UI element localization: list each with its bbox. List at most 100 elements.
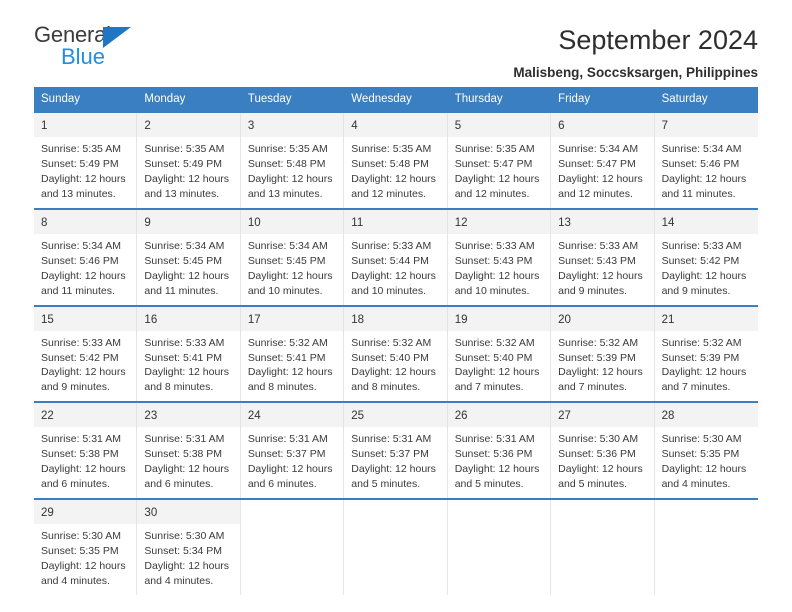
daylight-text: Daylight: 12 hours and 10 minutes. [454, 269, 540, 297]
day-cell[interactable]: 21 Sunrise: 5:32 AM Sunset: 5:39 PM Dayligh… [654, 306, 758, 402]
day-sun-info: Sunrise: 5:31 AM Sunset: 5:37 PM Daylight:… [241, 427, 343, 498]
weekday-header-monday: Monday [144, 93, 186, 105]
day-number-band: 3 [240, 113, 344, 138]
day-sun-info: Sunrise: 5:31 AM Sunset: 5:38 PM Daylight:… [34, 427, 136, 498]
day-sun-info: Sunrise: 5:30 AM Sunset: 5:35 PM Daylight:… [34, 524, 136, 595]
day-sun-info: Sunrise: 5:31 AM Sunset: 5:36 PM Daylight:… [448, 427, 550, 498]
daylight-text: Daylight: 12 hours and 12 minutes. [351, 173, 436, 201]
day-cell[interactable]: 26 Sunrise: 5:31 AM Sunset: 5:36 PM Dayligh… [447, 403, 552, 498]
day-sun-info: Sunrise: 5:33 AM Sunset: 5:44 PM Daylight:… [344, 234, 446, 305]
day-number-band [654, 499, 758, 519]
sunset-text: Sunset: 5:41 PM [144, 351, 223, 364]
calendar-grid: Sunday Monday Tuesday Wednesday Thursday… [34, 87, 758, 595]
daylight-text: Daylight: 12 hours and 4 minutes. [661, 463, 747, 490]
daylight-text: Daylight: 12 hours and 9 minutes. [41, 366, 126, 394]
sunrise-text: Sunrise: 5:32 AM [247, 336, 328, 349]
sunrise-text: Sunrise: 5:35 AM [454, 143, 535, 156]
sunset-text: Sunset: 5:45 PM [144, 254, 223, 267]
day-number-band [344, 499, 447, 519]
day-number-band: 7 [654, 113, 758, 138]
day-cell[interactable]: 10 Sunrise: 5:34 AM Sunset: 5:45 PM Dayligh… [240, 210, 345, 305]
day-cell[interactable]: 17 Sunrise: 5:32 AM Sunset: 5:41 PM Dayligh… [240, 306, 345, 402]
day-sun-info: Sunrise: 5:30 AM Sunset: 5:36 PM Daylight:… [551, 427, 653, 498]
general-blue-logo[interactable]: General Blue [34, 24, 184, 70]
sunrise-text: Sunrise: 5:31 AM [351, 433, 432, 446]
day-number: 4 [351, 120, 358, 133]
day-cell[interactable]: 3 Sunrise: 5:35 AM Sunset: 5:48 PM Daylight… [240, 113, 345, 208]
day-cell[interactable]: 27 Sunrise: 5:30 AM Sunset: 5:36 PM Dayligh… [551, 403, 655, 498]
day-number: 23 [144, 410, 158, 423]
daylight-text: Daylight: 12 hours and 6 minutes. [247, 463, 333, 490]
daylight-text: Daylight: 12 hours and 11 minutes. [144, 269, 230, 297]
day-number-band: 14 [654, 210, 758, 234]
daylight-text: Daylight: 12 hours and 8 minutes. [144, 366, 230, 394]
day-cell[interactable]: 11 Sunrise: 5:33 AM Sunset: 5:44 PM Dayligh… [344, 210, 448, 305]
day-number-band: 9 [137, 210, 240, 234]
daylight-text: Daylight: 12 hours and 13 minutes. [41, 173, 126, 201]
day-cell[interactable]: 13 Sunrise: 5:33 AM Sunset: 5:43 PM Dayligh… [551, 210, 655, 305]
day-sun-info: Sunrise: 5:33 AM Sunset: 5:42 PM Daylight:… [655, 234, 758, 305]
calendar-week-row: 8 Sunrise: 5:34 AM Sunset: 5:46 PM Daylight… [34, 208, 758, 305]
sunset-text: Sunset: 5:44 PM [351, 254, 429, 267]
day-cell[interactable]: 14 Sunrise: 5:33 AM Sunset: 5:42 PM Dayligh… [654, 210, 758, 305]
day-number: 25 [351, 410, 365, 423]
daylight-text: Daylight: 12 hours and 12 minutes. [558, 173, 643, 201]
day-cell[interactable]: 5 Sunrise: 5:35 AM Sunset: 5:47 PM Daylight… [447, 113, 552, 208]
day-cell[interactable]: 2 Sunrise: 5:35 AM Sunset: 5:49 PM Daylight… [137, 113, 241, 208]
sunrise-text: Sunrise: 5:32 AM [454, 336, 535, 349]
sunset-text: Sunset: 5:43 PM [558, 254, 636, 267]
day-number: 5 [454, 120, 462, 133]
daylight-text: Daylight: 12 hours and 12 minutes. [454, 173, 540, 201]
daylight-text: Daylight: 12 hours and 4 minutes. [41, 559, 126, 587]
day-cell[interactable]: 20 Sunrise: 5:32 AM Sunset: 5:39 PM Dayligh… [551, 306, 655, 402]
day-cell[interactable]: 25 Sunrise: 5:31 AM Sunset: 5:37 PM Dayligh… [344, 403, 448, 498]
day-cell[interactable]: 23 Sunrise: 5:31 AM Sunset: 5:38 PM Dayligh… [137, 403, 241, 498]
sunset-text: Sunset: 5:38 PM [144, 448, 223, 461]
day-number-band: 1 [34, 113, 137, 138]
day-cell[interactable]: 8 Sunrise: 5:34 AM Sunset: 5:46 PM Daylight… [34, 210, 138, 305]
day-cell[interactable]: 22 Sunrise: 5:31 AM Sunset: 5:38 PM Dayligh… [34, 403, 138, 498]
day-cell[interactable]: 7 Sunrise: 5:34 AM Sunset: 5:46 PM Daylight… [654, 113, 758, 208]
day-number-band: 13 [551, 210, 654, 234]
sunrise-text: Sunrise: 5:34 AM [144, 240, 225, 252]
day-cell[interactable]: 9 Sunrise: 5:34 AM Sunset: 5:45 PM Daylight… [137, 210, 241, 305]
day-sun-info: Sunrise: 5:32 AM Sunset: 5:39 PM Daylight:… [551, 331, 653, 402]
calendar-week-row: 1 Sunrise: 5:35 AM Sunset: 5:49 PM Daylight… [34, 111, 758, 208]
day-cell[interactable]: 1 Sunrise: 5:35 AM Sunset: 5:49 PM Daylight… [34, 113, 138, 208]
calendar-weeks: 1 Sunrise: 5:35 AM Sunset: 5:49 PM Daylight… [34, 111, 758, 595]
calendar-week-row: 15 Sunrise: 5:33 AM Sunset: 5:42 PM Dayligh… [34, 304, 758, 402]
day-number: 16 [144, 313, 158, 326]
day-cell[interactable]: 6 Sunrise: 5:34 AM Sunset: 5:47 PM Daylight… [551, 113, 655, 208]
daylight-text: Daylight: 12 hours and 13 minutes. [144, 173, 230, 201]
day-cell[interactable]: 4 Sunrise: 5:35 AM Sunset: 5:48 PM Daylight… [344, 113, 448, 208]
day-cell[interactable]: 19 Sunrise: 5:32 AM Sunset: 5:40 PM Dayligh… [447, 306, 552, 402]
day-number: 22 [41, 410, 54, 423]
day-number: 21 [661, 313, 675, 326]
day-cell[interactable]: 30 Sunrise: 5:30 AM Sunset: 5:34 PM Dayligh… [137, 499, 241, 595]
sunset-text: Sunset: 5:45 PM [247, 254, 326, 267]
day-number-band: 15 [34, 306, 137, 331]
day-cell[interactable]: 18 Sunrise: 5:32 AM Sunset: 5:40 PM Dayligh… [344, 306, 448, 402]
calendar-week-row: 22 Sunrise: 5:31 AM Sunset: 5:38 PM Dayligh… [34, 401, 758, 498]
day-number: 18 [351, 313, 365, 326]
day-cell[interactable]: 24 Sunrise: 5:31 AM Sunset: 5:37 PM Dayligh… [240, 403, 345, 498]
logo-triangle-icon [103, 27, 131, 48]
sunrise-text: Sunrise: 5:34 AM [558, 143, 639, 156]
day-cell[interactable]: 15 Sunrise: 5:33 AM Sunset: 5:42 PM Dayligh… [34, 306, 138, 402]
sunrise-text: Sunrise: 5:30 AM [558, 433, 639, 446]
day-cell[interactable]: 12 Sunrise: 5:33 AM Sunset: 5:43 PM Dayligh… [447, 210, 552, 305]
day-cell[interactable]: 16 Sunrise: 5:33 AM Sunset: 5:41 PM Dayligh… [137, 306, 241, 402]
daylight-text: Daylight: 12 hours and 11 minutes. [41, 269, 126, 297]
sunrise-text: Sunrise: 5:33 AM [661, 240, 742, 252]
day-sun-info: Sunrise: 5:35 AM Sunset: 5:48 PM Daylight:… [344, 137, 446, 208]
day-number-band [447, 499, 551, 519]
sunset-text: Sunset: 5:46 PM [661, 158, 740, 171]
day-cell[interactable]: 28 Sunrise: 5:30 AM Sunset: 5:35 PM Dayligh… [654, 403, 758, 498]
sunrise-text: Sunrise: 5:30 AM [661, 433, 742, 446]
weekday-header-sunday: Sunday [41, 93, 81, 105]
day-sun-info: Sunrise: 5:34 AM Sunset: 5:46 PM Daylight:… [34, 234, 136, 305]
logo-text-blue: Blue [61, 44, 106, 69]
daylight-text: Daylight: 12 hours and 7 minutes. [661, 366, 747, 394]
day-number-band: 17 [240, 306, 344, 331]
day-cell[interactable]: 29 Sunrise: 5:30 AM Sunset: 5:35 PM Dayligh… [34, 499, 138, 595]
